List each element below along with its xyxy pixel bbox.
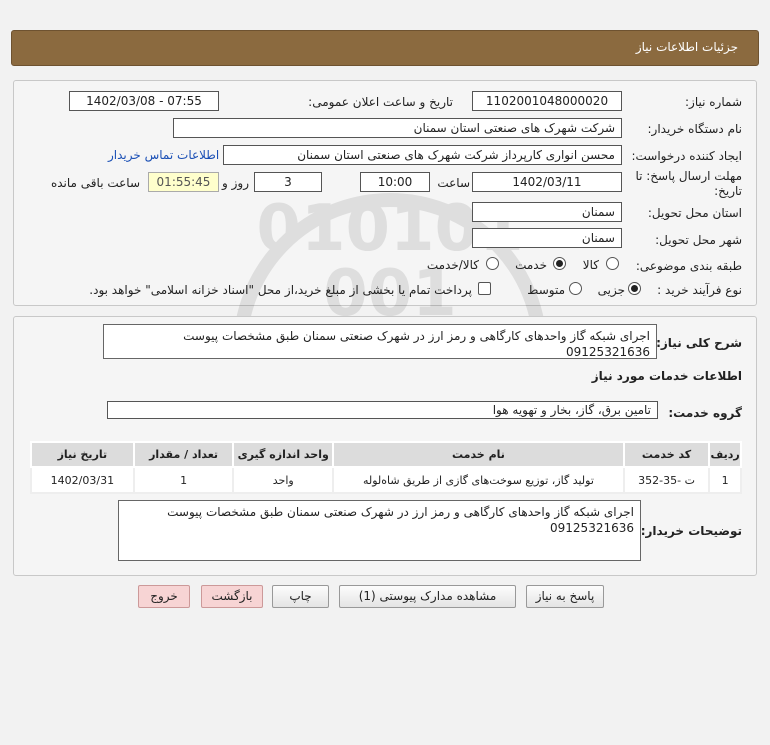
process-label: نوع فرآیند خرید : bbox=[657, 283, 742, 297]
view-docs-button[interactable]: مشاهده مدارک پیوستی (1) bbox=[339, 585, 516, 608]
process-radio-minor[interactable] bbox=[628, 282, 641, 295]
deadline-date-field: 1402/03/11 bbox=[472, 172, 622, 192]
province-label: استان محل تحویل: bbox=[647, 206, 742, 220]
creator-field: محسن انواری کارپرداز شرکت شهرک های صنعتی… bbox=[223, 145, 622, 165]
remaining-label: ساعت باقی مانده bbox=[50, 176, 140, 190]
cell-service-code: ت -35-352 bbox=[622, 466, 711, 494]
col-unit: واحد اندازه گیری bbox=[232, 441, 335, 468]
service-group-label: گروه خدمت: bbox=[668, 406, 742, 420]
category-option-service: خدمت bbox=[515, 258, 547, 272]
buyer-notes-textarea: اجرای شبکه گاز واحدهای کارگاهی و رمز ارز… bbox=[118, 500, 641, 561]
category-option-goods: کالا bbox=[582, 258, 599, 272]
announce-label: تاریخ و ساعت اعلان عمومی: bbox=[308, 95, 453, 109]
table-row: 1 ت -35-352 تولید گاز، توزیع سوخت‌های گا… bbox=[30, 466, 742, 494]
col-row: ردیف bbox=[708, 441, 742, 468]
table-header-row: ردیف کد خدمت نام خدمت واحد اندازه گیری ت… bbox=[30, 441, 742, 468]
col-service-code: کد خدمت bbox=[622, 441, 711, 468]
days-label: روز و bbox=[222, 176, 249, 190]
category-radio-both[interactable] bbox=[486, 257, 499, 270]
creator-label: ایجاد کننده درخواست: bbox=[631, 149, 742, 163]
process-option-medium: متوسط bbox=[527, 283, 565, 297]
treasury-checkbox[interactable] bbox=[478, 282, 491, 295]
cell-unit: واحد bbox=[232, 466, 335, 494]
buyer-notes-line2: 09125321636 bbox=[550, 521, 634, 535]
city-field: سمنان bbox=[472, 228, 622, 248]
announce-field: 1402/03/08 - 07:55 bbox=[69, 91, 219, 111]
deadline-time-field: 10:00 bbox=[360, 172, 430, 192]
deadline-label: مهلت ارسال پاسخ: تا bbox=[635, 169, 742, 183]
reply-button[interactable]: پاسخ به نیاز bbox=[526, 585, 604, 608]
service-group-field: تامین برق، گاز، بخار و تهویه هوا bbox=[107, 401, 658, 419]
summary-text-line2: 09125321636 bbox=[566, 345, 650, 359]
need-number-label: شماره نیاز: bbox=[685, 95, 742, 109]
contact-link[interactable]: اطلاعات تماس خریدار bbox=[108, 148, 219, 162]
deadline-label-2: تاریخ: bbox=[714, 184, 742, 198]
summary-text-line1: اجرای شبکه گاز واحدهای کارگاهی و رمز ارز… bbox=[183, 329, 650, 343]
col-service-name: نام خدمت bbox=[332, 441, 625, 468]
buyer-org-label: نام دستگاه خریدار: bbox=[647, 122, 743, 136]
col-quantity: تعداد / مقدار bbox=[132, 441, 235, 468]
days-field: 3 bbox=[254, 172, 322, 192]
province-field: سمنان bbox=[472, 202, 622, 222]
remaining-time-field: 01:55:45 bbox=[148, 172, 219, 192]
cell-service-name: تولید گاز، توزیع سوخت‌های گازی از طریق ش… bbox=[332, 466, 625, 494]
back-button[interactable]: بازگشت bbox=[201, 585, 263, 608]
page-title: جزئیات اطلاعات نیاز bbox=[635, 40, 738, 54]
col-need-date: تاریخ نیاز bbox=[30, 441, 135, 468]
services-table: ردیف کد خدمت نام خدمت واحد اندازه گیری ت… bbox=[30, 441, 742, 494]
services-heading: اطلاعات خدمات مورد نیاز bbox=[591, 369, 742, 383]
summary-textarea: اجرای شبکه گاز واحدهای کارگاهی و رمز ارز… bbox=[103, 324, 657, 359]
city-label: شهر محل تحویل: bbox=[655, 233, 742, 247]
time-label: ساعت bbox=[437, 176, 470, 190]
cell-row: 1 bbox=[708, 466, 742, 494]
buyer-notes-line1: اجرای شبکه گاز واحدهای کارگاهی و رمز ارز… bbox=[167, 505, 634, 519]
exit-button[interactable]: خروج bbox=[138, 585, 190, 608]
cell-need-date: 1402/03/31 bbox=[30, 466, 135, 494]
buyer-org-field: شرکت شهرک های صنعتی استان سمنان bbox=[173, 118, 622, 138]
need-number-field: 1102001048000020 bbox=[472, 91, 622, 111]
print-button[interactable]: چاپ bbox=[272, 585, 329, 608]
process-radio-medium[interactable] bbox=[569, 282, 582, 295]
payment-note: پرداخت تمام یا بخشی از مبلغ خرید،از محل … bbox=[89, 283, 472, 297]
summary-label: شرح کلی نیاز: bbox=[656, 336, 742, 350]
category-radio-service[interactable] bbox=[553, 257, 566, 270]
category-label: طبقه بندی موضوعی: bbox=[635, 259, 742, 273]
buyer-notes-label: توضیحات خریدار: bbox=[640, 524, 742, 538]
category-radio-goods[interactable] bbox=[606, 257, 619, 270]
process-option-minor: جزیی bbox=[597, 283, 625, 297]
cell-quantity: 1 bbox=[132, 466, 235, 494]
title-bar: جزئیات اطلاعات نیاز bbox=[11, 30, 759, 66]
category-option-both: کالا/خدمت bbox=[426, 258, 479, 272]
